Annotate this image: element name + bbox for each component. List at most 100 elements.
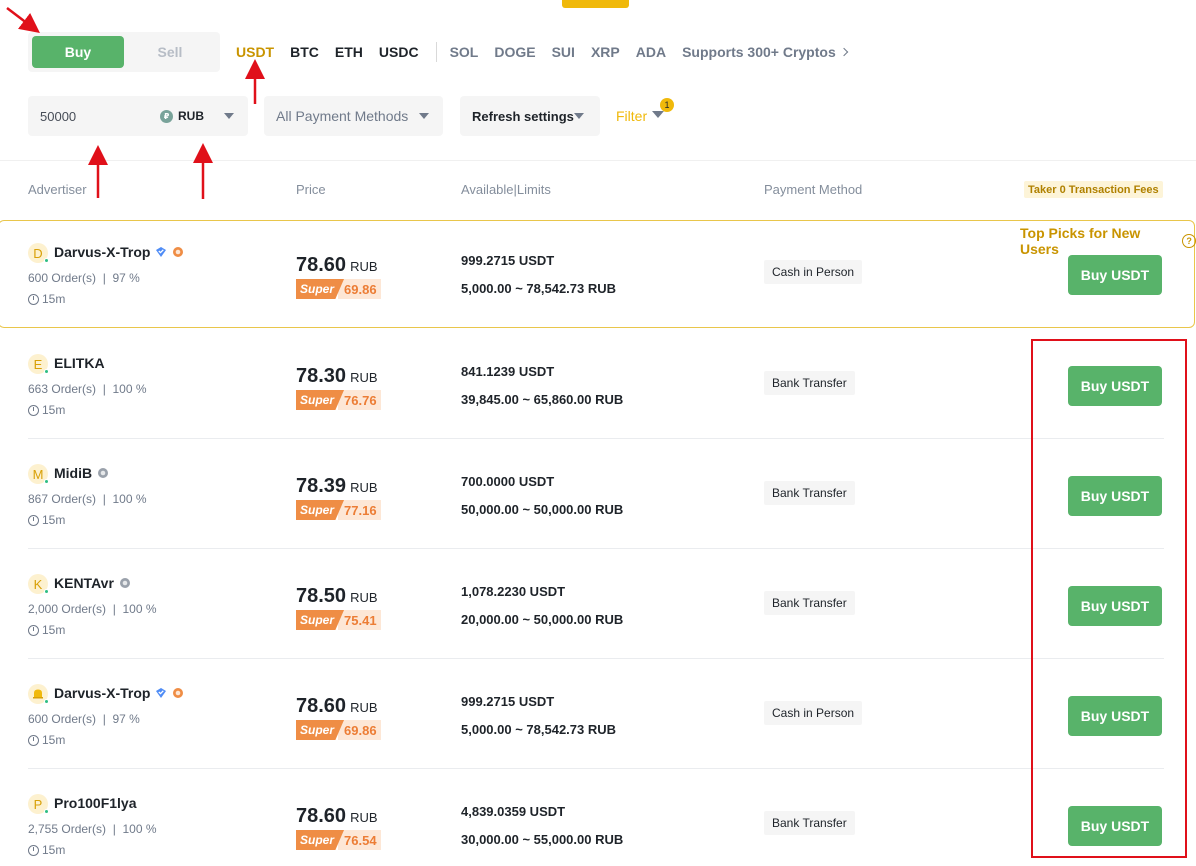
- tab-sui[interactable]: SUI: [552, 44, 575, 60]
- order-limits: 50,000.00 ~ 50,000.00 RUB: [461, 502, 624, 517]
- super-price-value: 76.54: [338, 830, 381, 850]
- avatar-letter: P: [33, 796, 43, 812]
- advertiser-name-text: Darvus-X-Trop: [54, 685, 151, 701]
- super-tag: Super: [296, 610, 345, 630]
- payment-method-tag: Cash in Person: [764, 701, 863, 725]
- supports-cryptos-link[interactable]: Supports 300+ Cryptos: [682, 44, 848, 60]
- ruble-icon: ₽: [160, 109, 173, 123]
- advertiser-name-text: MidiB: [54, 465, 93, 481]
- super-price-value: 75.41: [338, 610, 381, 630]
- chevron-right-icon: [839, 47, 848, 57]
- tab-doge[interactable]: DOGE: [494, 44, 535, 60]
- caret-down-icon: [224, 113, 234, 119]
- clock-icon: [28, 624, 39, 636]
- payment-methods-label: All Payment Methods: [276, 108, 409, 124]
- amount-box: ₽ RUB: [28, 96, 248, 136]
- refresh-settings-select[interactable]: Refresh settings: [460, 96, 600, 136]
- advertiser-name[interactable]: ELITKA: [54, 355, 105, 371]
- price-value: 78.60: [296, 805, 347, 827]
- advertiser-name[interactable]: Pro100F1lya: [54, 795, 137, 811]
- payment-time: 15m: [28, 733, 65, 747]
- payment-time: 15m: [28, 292, 65, 306]
- order-limits: 20,000.00 ~ 50,000.00 RUB: [461, 612, 624, 627]
- amount-input[interactable]: [40, 106, 140, 126]
- super-price: Super 69.86: [296, 279, 381, 299]
- price-value: 78.50: [296, 585, 347, 607]
- avatar-letter: D: [33, 245, 43, 261]
- super-tag: Super: [296, 720, 345, 740]
- payment-time-text: 15m: [42, 623, 66, 637]
- tab-eth[interactable]: ETH: [335, 44, 363, 60]
- price-value: 78.39: [296, 475, 347, 497]
- clock-icon: [28, 844, 39, 856]
- buy-sell-toggle: Buy Sell: [28, 32, 220, 72]
- payment-time: 15m: [28, 843, 65, 857]
- filter-button[interactable]: Filter: [616, 108, 665, 124]
- buy-usdt-button[interactable]: Buy USDT: [1068, 255, 1162, 295]
- payment-method-tag: Bank Transfer: [764, 811, 855, 835]
- order-limits: 39,845.00 ~ 65,860.00 RUB: [461, 392, 624, 407]
- advertiser-name[interactable]: Darvus-X-Trop: [54, 244, 184, 260]
- verified-icon: [156, 247, 167, 257]
- bell-avatar-icon: [33, 689, 43, 699]
- sell-tab[interactable]: Sell: [124, 36, 216, 68]
- payment-time-text: 15m: [42, 403, 66, 417]
- currency-select[interactable]: ₽ RUB: [150, 96, 248, 136]
- price-currency: RUB: [350, 370, 378, 385]
- price-value: 78.30: [296, 365, 347, 387]
- online-indicator: [44, 589, 49, 594]
- payment-method-tag: Bank Transfer: [764, 591, 855, 615]
- available-amount: 841.1239 USDT: [461, 364, 555, 379]
- order-limits: 5,000.00 ~ 78,542.73 RUB: [461, 722, 617, 737]
- highlighted-ad-row: [0, 220, 1195, 328]
- orders-completion: 2,000 Order(s) | 100 %: [28, 602, 157, 616]
- payment-time-text: 15m: [42, 733, 66, 747]
- tab-usdt[interactable]: USDT: [236, 44, 274, 60]
- buy-tab[interactable]: Buy: [32, 36, 124, 68]
- tab-divider: [435, 42, 437, 62]
- advertiser-name-text: ELITKA: [54, 355, 105, 371]
- help-icon[interactable]: ?: [1182, 234, 1196, 248]
- orders-completion: 600 Order(s) | 97 %: [28, 712, 140, 726]
- tab-usdc[interactable]: USDC: [379, 44, 419, 60]
- clock-icon: [28, 734, 39, 746]
- order-limits: 5,000.00 ~ 78,542.73 RUB: [461, 281, 617, 296]
- super-tag: Super: [296, 390, 345, 410]
- merchant-badge-icon: [173, 247, 184, 257]
- tab-btc[interactable]: BTC: [290, 44, 319, 60]
- tab-xrp[interactable]: XRP: [591, 44, 620, 60]
- caret-down-icon: [419, 113, 429, 119]
- orders-completion: 867 Order(s) | 100 %: [28, 492, 147, 506]
- available-amount: 1,078.2230 USDT: [461, 584, 566, 599]
- online-indicator: [44, 699, 49, 704]
- tab-ada[interactable]: ADA: [636, 44, 666, 60]
- tab-sol[interactable]: SOL: [450, 44, 479, 60]
- advertiser-name[interactable]: Darvus-X-Trop: [54, 685, 184, 701]
- super-price-value: 69.86: [338, 720, 381, 740]
- funnel-icon: [652, 110, 665, 118]
- advertiser-name[interactable]: KENTAvr: [54, 575, 131, 591]
- super-tag: Super: [296, 500, 345, 520]
- advertiser-name[interactable]: MidiB: [54, 465, 109, 481]
- super-price: Super 77.16: [296, 500, 381, 520]
- annotation-red-box: [1031, 339, 1187, 858]
- avatar-letter: E: [33, 356, 43, 372]
- payment-methods-select[interactable]: All Payment Methods: [264, 96, 443, 136]
- payment-time: 15m: [28, 403, 65, 417]
- crypto-tabs: USDT BTC ETH USDC SOL DOGE SUI XRP ADA S…: [236, 42, 848, 62]
- available-amount: 999.2715 USDT: [461, 694, 555, 709]
- super-price-value: 69.86: [338, 279, 381, 299]
- payment-time: 15m: [28, 513, 65, 527]
- price: 78.60 RUB: [296, 254, 378, 277]
- price: 78.39 RUB: [296, 475, 378, 498]
- header-divider: [0, 160, 1196, 161]
- price-currency: RUB: [350, 480, 378, 495]
- refresh-settings-label: Refresh settings: [472, 108, 574, 124]
- avatar-letter: K: [33, 576, 43, 592]
- available-amount: 999.2715 USDT: [461, 253, 555, 268]
- orders-completion: 663 Order(s) | 100 %: [28, 382, 147, 396]
- super-tag: Super: [296, 279, 345, 299]
- payment-time-text: 15m: [42, 843, 66, 857]
- super-price: Super 69.86: [296, 720, 381, 740]
- payment-method-tag: Bank Transfer: [764, 481, 855, 505]
